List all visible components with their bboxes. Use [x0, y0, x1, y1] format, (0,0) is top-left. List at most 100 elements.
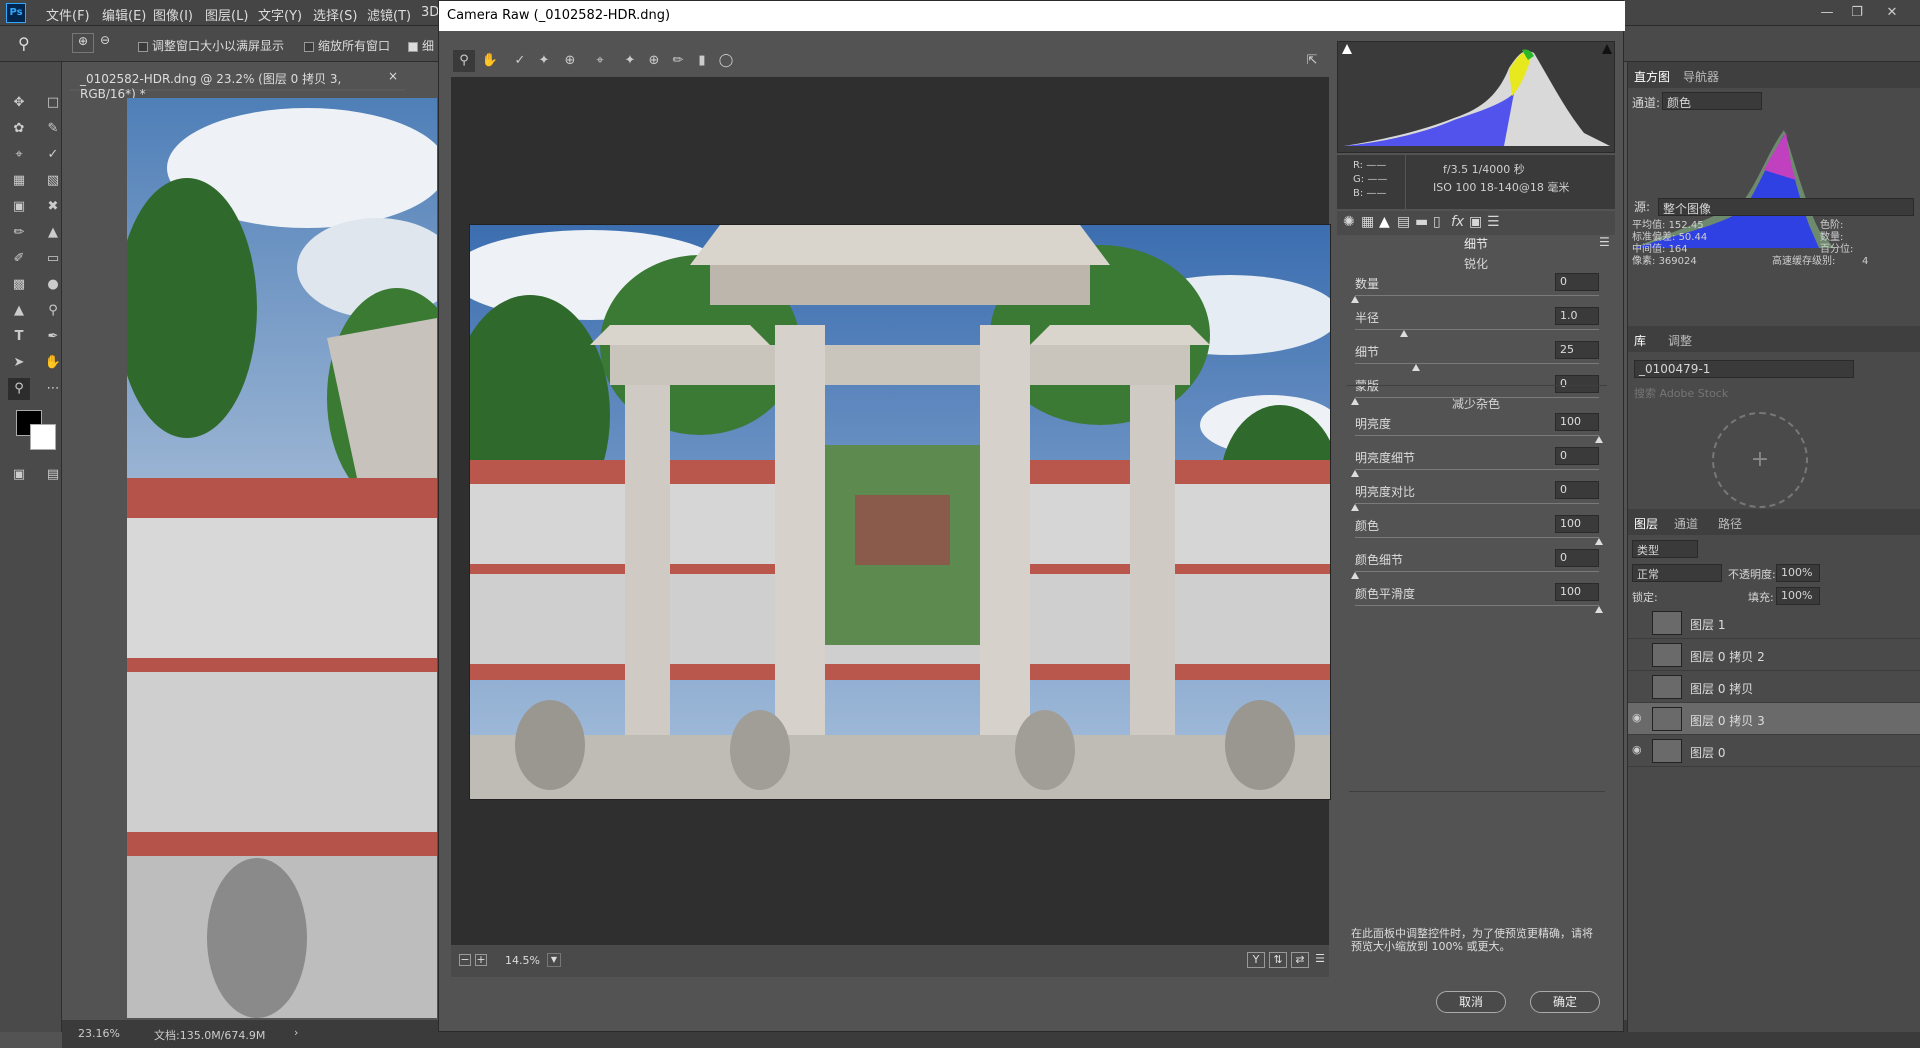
lasso-tool-icon[interactable]: ✿ — [8, 118, 30, 140]
close-document-icon[interactable]: × — [388, 69, 398, 83]
noise-slider-value[interactable]: 0 — [1555, 447, 1599, 465]
background-color-swatch[interactable] — [30, 424, 56, 450]
close-app-button[interactable]: ✕ — [1880, 3, 1904, 23]
radial-filter-icon[interactable]: ◯ — [715, 50, 737, 72]
red-eye-icon[interactable]: ✖ — [42, 196, 64, 218]
noise-slider-thumb[interactable] — [1351, 470, 1359, 477]
noise-slider-track[interactable] — [1355, 605, 1599, 606]
fine-checkbox[interactable] — [408, 41, 418, 52]
layer-row[interactable]: ◉ 图层 0 拷贝 3 — [1628, 703, 1920, 735]
zoom-tool-icon[interactable]: ⚲ — [453, 50, 475, 72]
fit-window-checkbox[interactable] — [138, 41, 148, 52]
tab-navigator[interactable]: 导航器 — [1683, 68, 1719, 85]
document-canvas[interactable] — [127, 98, 437, 1018]
zoom-all-checkbox[interactable] — [304, 41, 314, 52]
swap-icon[interactable]: ⇄ — [1291, 952, 1309, 968]
preview-area[interactable] — [451, 77, 1331, 945]
sharpen-slider-value[interactable]: 0 — [1555, 273, 1599, 291]
noise-slider-thumb[interactable] — [1595, 538, 1603, 545]
library-select[interactable]: _0100479-1 — [1634, 360, 1854, 378]
noise-slider-value[interactable]: 100 — [1555, 583, 1599, 601]
menu-3d[interactable]: 3D — [421, 5, 439, 20]
menu-layer[interactable]: 图层(L) — [205, 5, 248, 24]
menu-select[interactable]: 选择(S) — [313, 5, 357, 24]
menu-filter[interactable]: 滤镜(T) — [367, 5, 411, 24]
fill-input[interactable]: 100% — [1776, 587, 1820, 605]
noise-slider-thumb[interactable] — [1351, 504, 1359, 511]
sharpen-slider-track[interactable] — [1355, 329, 1599, 330]
white-balance-icon[interactable]: ✓ — [509, 50, 531, 72]
layer-name[interactable]: 图层 0 — [1690, 744, 1725, 761]
zoom-minus-button[interactable]: − — [459, 954, 471, 966]
zoom-out-icon[interactable]: ⊖ — [100, 33, 110, 47]
noise-slider-track[interactable] — [1355, 435, 1599, 436]
gradient-tool-icon[interactable]: ▩ — [8, 274, 30, 296]
noise-slider-track[interactable] — [1355, 469, 1599, 470]
cancel-button[interactable]: 取消 — [1436, 991, 1506, 1013]
before-after-icon[interactable]: ⇅ — [1269, 952, 1287, 968]
add-library-button[interactable]: + — [1712, 412, 1808, 508]
targeted-adjustment-icon[interactable]: ⊕ — [559, 50, 581, 72]
eye-icon[interactable]: ◉ — [1632, 711, 1642, 724]
more-tools-icon[interactable]: ⋯ — [42, 378, 64, 400]
stamp-tool-icon[interactable]: ▲ — [42, 222, 64, 244]
eye-icon[interactable]: ◉ — [1632, 743, 1642, 756]
minimize-button[interactable]: — — [1815, 3, 1839, 23]
menu-edit[interactable]: 编辑(E) — [102, 5, 146, 24]
noise-slider-track[interactable] — [1355, 571, 1599, 572]
view-y-button[interactable]: Y — [1247, 952, 1265, 968]
noise-slider-track[interactable] — [1355, 503, 1599, 504]
layer-row[interactable]: 图层 1 — [1628, 607, 1920, 639]
sharpen-slider-value[interactable]: 0 — [1555, 375, 1599, 393]
quick-select-icon[interactable]: ✎ — [42, 118, 64, 140]
noise-slider-value[interactable]: 0 — [1555, 549, 1599, 567]
noise-slider-value[interactable]: 100 — [1555, 413, 1599, 431]
effects-icon[interactable]: fx — [1451, 214, 1464, 230]
marquee-tool-icon[interactable]: □ — [42, 92, 64, 114]
presets-icon[interactable]: ☰ — [1487, 214, 1500, 230]
settings-icon[interactable]: ☰ — [1313, 952, 1327, 968]
layer-name[interactable]: 图层 0 拷贝 — [1690, 680, 1753, 697]
stock-search-input[interactable] — [1634, 384, 1914, 402]
menu-type[interactable]: 文字(Y) — [258, 5, 302, 24]
dodge-tool-icon[interactable]: ▲ — [8, 300, 30, 322]
noise-slider-thumb[interactable] — [1595, 436, 1603, 443]
zoom-all-option[interactable]: 缩放所有窗口 — [304, 37, 390, 54]
tab-library[interactable]: 库 — [1634, 332, 1646, 349]
zoom-tool-icon[interactable]: ⚲ — [18, 34, 30, 53]
noise-slider-value[interactable]: 100 — [1555, 515, 1599, 533]
status-arrow-icon[interactable]: › — [294, 1026, 298, 1039]
panel-menu-icon[interactable]: ☰ — [1599, 235, 1610, 249]
layer-filter-select[interactable]: 类型 — [1632, 540, 1698, 558]
lens-correction-icon[interactable]: ▯ — [1433, 214, 1441, 230]
healing-brush-icon[interactable]: ▦ — [8, 170, 30, 192]
crop-tool-icon[interactable]: ⌖ — [8, 144, 30, 166]
noise-slider-thumb[interactable] — [1595, 606, 1603, 613]
eraser-tool-icon[interactable]: ▭ — [42, 248, 64, 270]
layer-name[interactable]: 图层 0 拷贝 3 — [1690, 712, 1765, 729]
layer-name[interactable]: 图层 0 拷贝 2 — [1690, 648, 1765, 665]
document-tab[interactable]: _0102582-HDR.dng @ 23.2% (图层 0 拷贝 3, RGB… — [70, 63, 405, 101]
zoom-tool-icon[interactable]: ⚲ — [8, 378, 30, 400]
sharpen-slider-thumb[interactable] — [1399, 330, 1408, 337]
sharpen-slider-value[interactable]: 25 — [1555, 341, 1599, 359]
eyedropper-icon[interactable]: ✓ — [42, 144, 64, 166]
blend-mode-select[interactable]: 正常 — [1632, 564, 1722, 582]
tone-curve-icon[interactable]: ▦ — [1361, 214, 1374, 230]
spot-removal-icon[interactable]: ✦ — [619, 50, 641, 72]
noise-slider-thumb[interactable] — [1351, 572, 1359, 579]
sharpen-slider-thumb[interactable] — [1351, 296, 1359, 303]
tab-paths[interactable]: 路径 — [1718, 515, 1742, 532]
patch-tool-icon[interactable]: ▧ — [42, 170, 64, 192]
sharpen-slider-value[interactable]: 1.0 — [1555, 307, 1599, 325]
brush-tool-icon[interactable]: ✏ — [8, 222, 30, 244]
restore-button[interactable]: ❐ — [1845, 3, 1869, 23]
menu-image[interactable]: 图像(I) — [153, 5, 193, 24]
layer-row[interactable]: 图层 0 拷贝 2 — [1628, 639, 1920, 671]
content-aware-icon[interactable]: ▣ — [8, 196, 30, 218]
tab-histogram[interactable]: 直方图 — [1634, 68, 1670, 85]
sharpen-slider-thumb[interactable] — [1412, 364, 1420, 371]
hsl-panel-icon[interactable]: ▤ — [1397, 214, 1410, 230]
red-eye-icon[interactable]: ⊕ — [643, 50, 665, 72]
zoom-dropdown-icon[interactable]: ▼ — [547, 953, 561, 967]
